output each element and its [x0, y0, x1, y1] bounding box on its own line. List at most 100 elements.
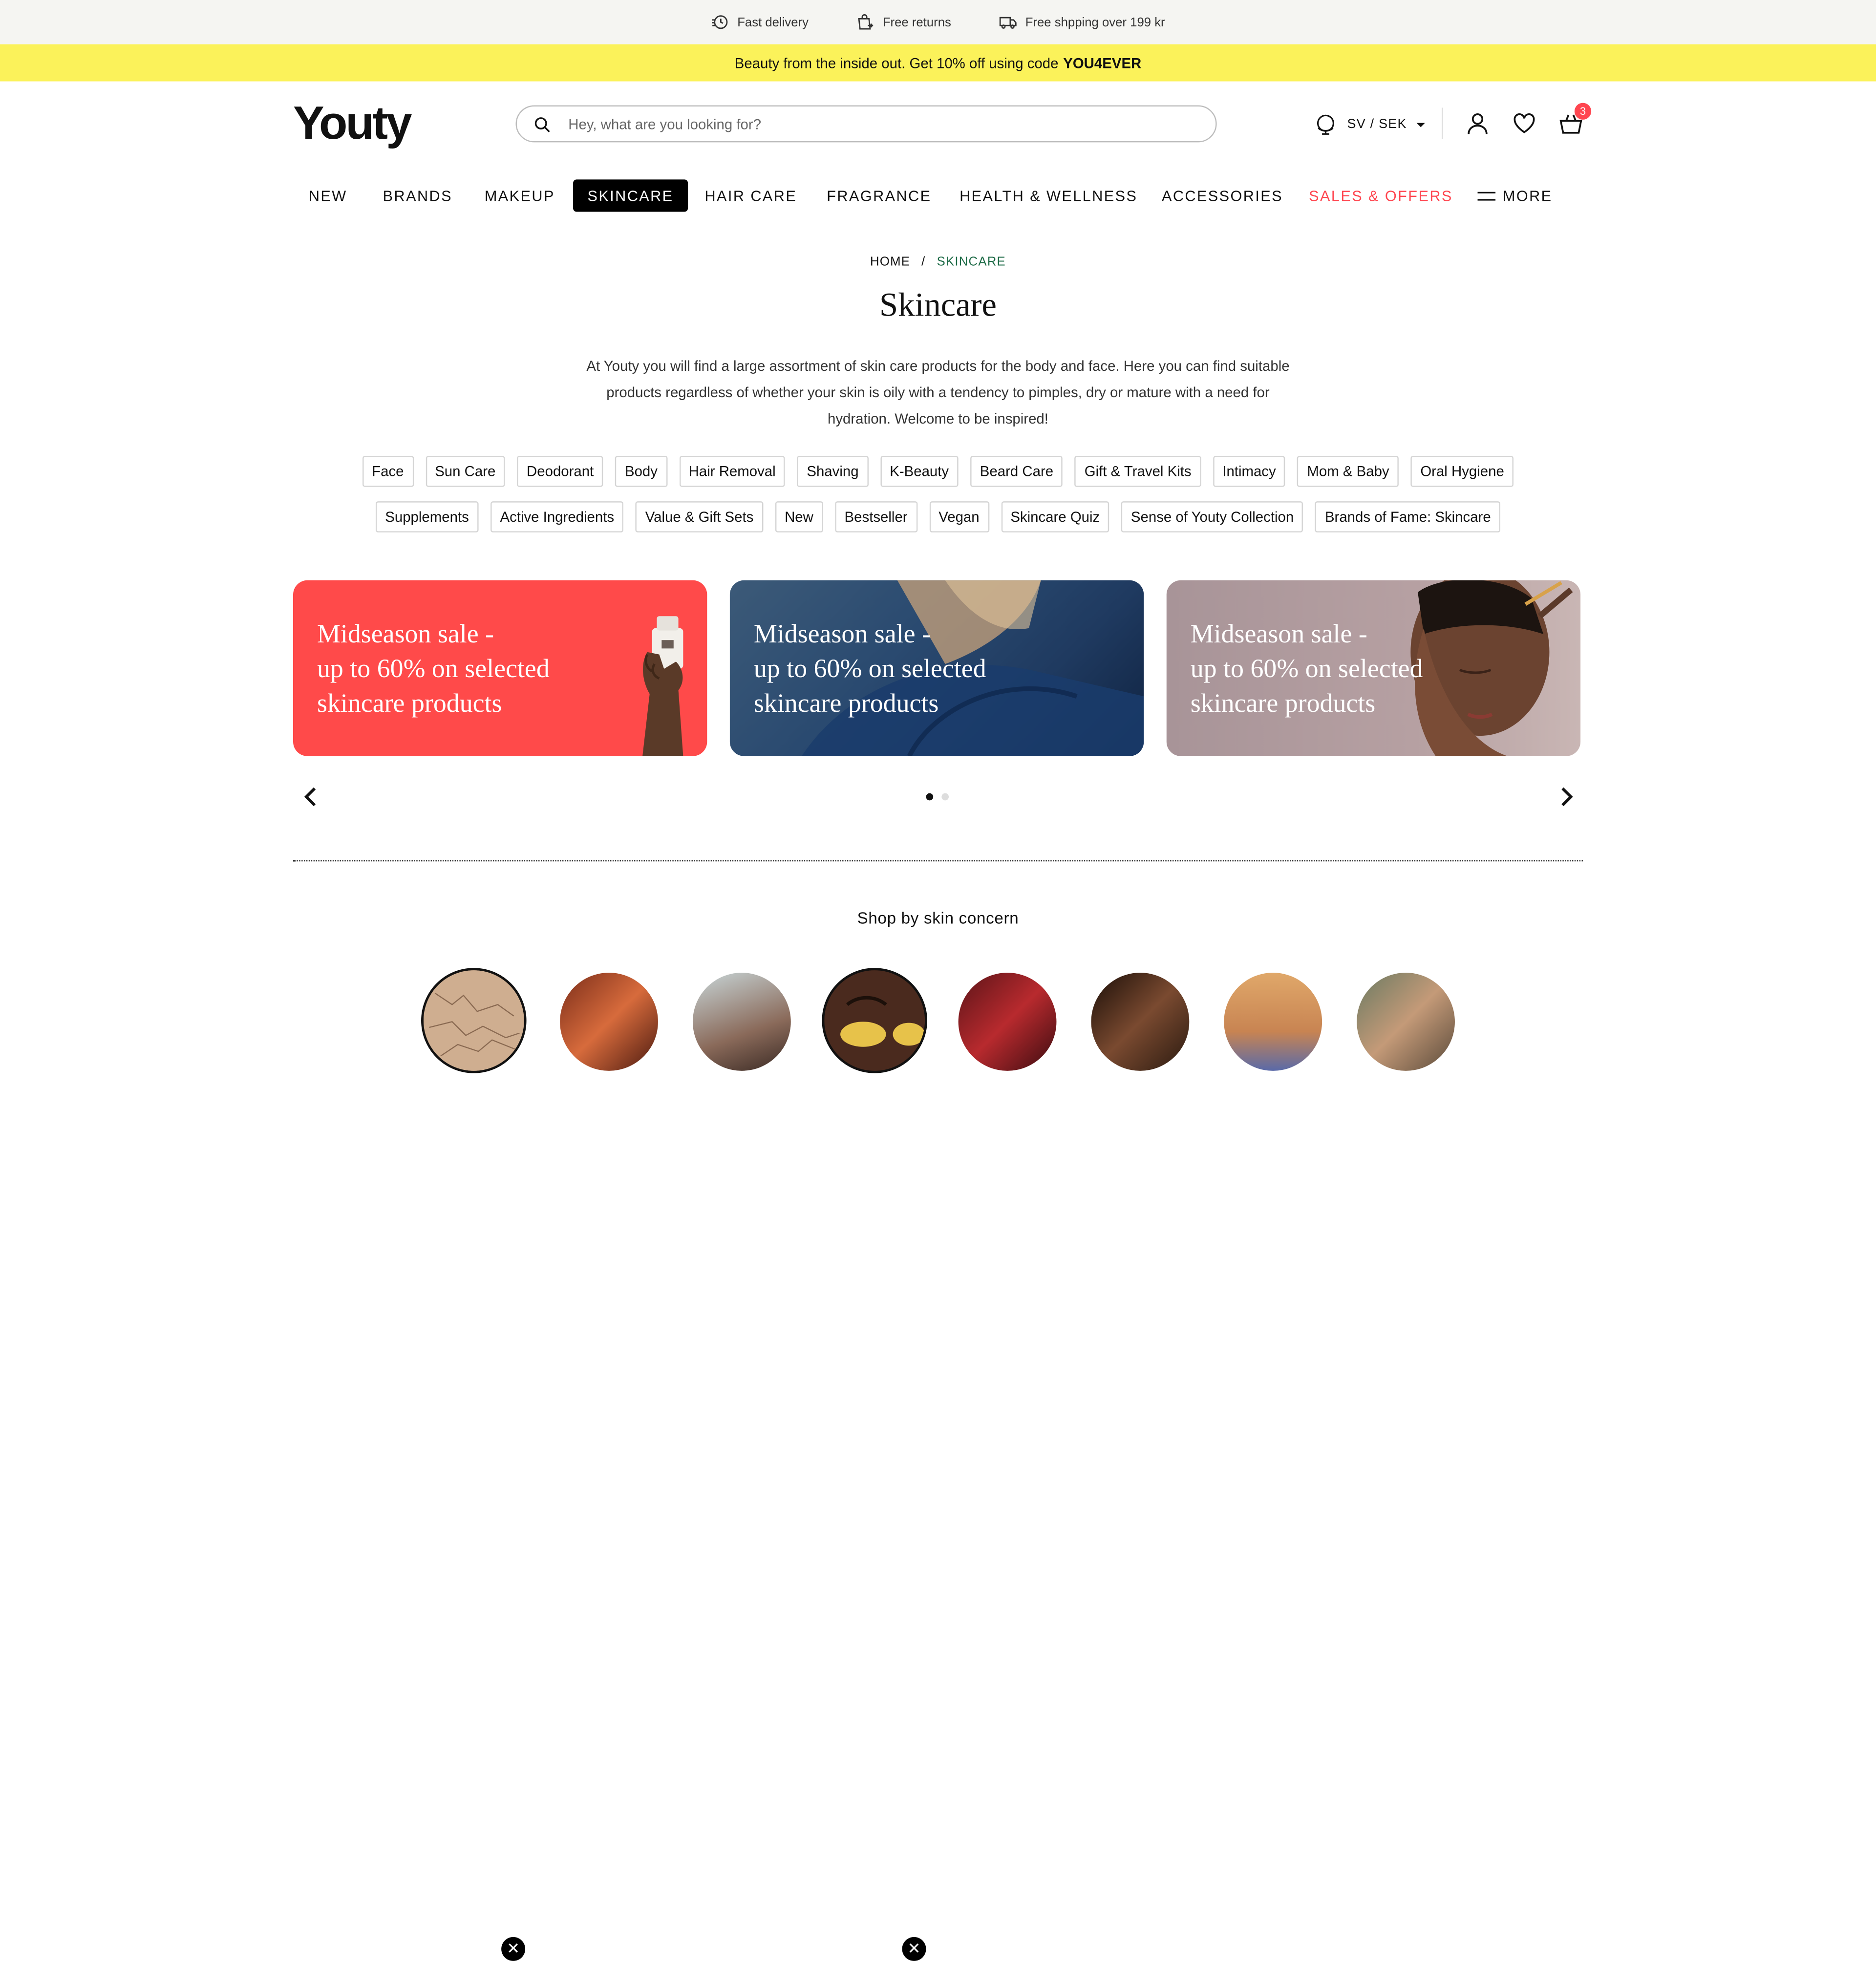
- concern-redness[interactable]: [958, 973, 1057, 1071]
- chip-active-ingredients[interactable]: Active Ingredients: [490, 501, 624, 533]
- chip-supplements[interactable]: Supplements: [375, 501, 479, 533]
- breadcrumb-separator: /: [921, 255, 926, 270]
- banner-text: Midseason sale - up to 60% on selected s…: [1191, 616, 1502, 720]
- chip-value-gift-sets[interactable]: Value & Gift Sets: [636, 501, 763, 533]
- nav-item-new[interactable]: NEW: [294, 179, 362, 212]
- promo-bar[interactable]: Beauty from the inside out. Get 10% off …: [0, 44, 1876, 82]
- nav-item-makeup[interactable]: MAKEUP: [470, 179, 569, 212]
- deselect-dry-skin-close-icon[interactable]: ✕: [501, 1937, 526, 1961]
- concern-eye-area[interactable]: [822, 968, 927, 1073]
- nav-more-label: MORE: [1502, 187, 1553, 204]
- nav-item-accessories[interactable]: ACCESSORIES: [1148, 179, 1298, 212]
- caret-down-icon: [1416, 122, 1425, 127]
- youty-logo[interactable]: Youty: [293, 98, 412, 151]
- chip-mom-baby[interactable]: Mom & Baby: [1297, 456, 1399, 487]
- breadcrumb-home[interactable]: HOME: [870, 255, 910, 269]
- chip-beard-care[interactable]: Beard Care: [970, 456, 1063, 487]
- search-input[interactable]: [566, 114, 1169, 134]
- nav-item-brands[interactable]: BRANDS: [368, 179, 467, 212]
- locale-selector[interactable]: SV / SEK: [1314, 112, 1425, 136]
- banner-line-3: skincare products: [1190, 688, 1376, 718]
- chip-oral-hygiene[interactable]: Oral Hygiene: [1410, 456, 1514, 487]
- bag-return-icon: [858, 14, 874, 30]
- deselect-eye-area-close-icon[interactable]: ✕: [902, 1937, 926, 1961]
- chip-vegan[interactable]: Vegan: [929, 501, 989, 533]
- banner-line-2: up to 60% on selected: [753, 653, 986, 683]
- banner-line-1: Midseason sale -: [753, 618, 931, 649]
- nav-item-more[interactable]: MORE: [1463, 179, 1567, 212]
- skin-concern-list: ✕ ✕: [0, 968, 1876, 1961]
- cart-count-badge: 3: [1574, 103, 1592, 120]
- concern-mature-skin[interactable]: [1357, 973, 1455, 1071]
- cart-button[interactable]: 3: [1558, 103, 1592, 136]
- utility-item-free-returns: Free returns: [856, 13, 951, 31]
- search-bar[interactable]: [515, 105, 1217, 143]
- banner-line-3: skincare products: [753, 688, 939, 718]
- concern-dark-skin-hands[interactable]: [1091, 973, 1190, 1071]
- under-eye-patch-image: [824, 970, 925, 1071]
- banner-line-2: up to 60% on selected: [317, 653, 550, 683]
- user-icon: [1468, 113, 1488, 134]
- carousel-dots: [926, 793, 949, 801]
- promo-banner-carousel: Midseason sale - up to 60% on selected s…: [293, 580, 1581, 756]
- nav-item-fragrance[interactable]: FRAGRANCE: [812, 179, 946, 212]
- page-description: At Youty you will find a large assortmen…: [586, 358, 1290, 427]
- promo-banner-3[interactable]: Midseason sale - up to 60% on selected s…: [1166, 580, 1581, 756]
- banner-text: Midseason sale - up to 60% on selected s…: [317, 616, 628, 720]
- banner-text: Midseason sale - up to 60% on selected s…: [754, 616, 1065, 720]
- truck-icon: [999, 17, 1017, 29]
- promo-code: YOU4EVER: [1063, 54, 1142, 71]
- chip-brands-of-fame[interactable]: Brands of Fame: Skincare: [1315, 501, 1501, 533]
- locale-label: SV / SEK: [1347, 117, 1407, 132]
- banner-line-1: Midseason sale -: [1190, 618, 1367, 649]
- utility-bar: Fast delivery Free returns Free shpping …: [0, 0, 1876, 44]
- page-title: Skincare: [879, 287, 997, 324]
- utility-label: Free shpping over 199 kr: [1025, 15, 1165, 30]
- carousel-dot-2[interactable]: [941, 793, 949, 801]
- carousel-next-arrow-icon[interactable]: [1556, 786, 1577, 808]
- header-divider: [1442, 107, 1443, 139]
- account-button[interactable]: [1465, 110, 1491, 136]
- nav-item-hair-care[interactable]: HAIR CARE: [690, 179, 811, 212]
- chip-shaving[interactable]: Shaving: [797, 456, 869, 487]
- chip-sun-care[interactable]: Sun Care: [425, 456, 505, 487]
- globe-icon: [1317, 114, 1334, 135]
- cracked-skin-image: [423, 970, 524, 1071]
- carousel-prev-arrow-icon[interactable]: [300, 786, 322, 808]
- chip-sense-of-youty[interactable]: Sense of Youty Collection: [1121, 501, 1303, 533]
- promo-text: Beauty from the inside out. Get 10% off …: [734, 54, 1059, 71]
- chip-deodorant[interactable]: Deodorant: [517, 456, 603, 487]
- nav-item-skincare[interactable]: SKINCARE: [573, 179, 688, 212]
- chip-body[interactable]: Body: [615, 456, 667, 487]
- chip-new[interactable]: New: [775, 501, 823, 533]
- utility-item-fast-delivery: Fast delivery: [711, 13, 809, 31]
- chip-bestseller[interactable]: Bestseller: [834, 501, 917, 533]
- concern-texture[interactable]: [560, 973, 658, 1071]
- utility-label: Fast delivery: [737, 15, 809, 30]
- nav-item-health-wellness[interactable]: HEALTH & WELLNESS: [945, 179, 1152, 212]
- skin-concern-heading: Shop by skin concern: [857, 909, 1019, 927]
- banner-line-2: up to 60% on selected: [1190, 653, 1423, 683]
- chip-skincare-quiz[interactable]: Skincare Quiz: [1001, 501, 1109, 533]
- chip-intimacy[interactable]: Intimacy: [1213, 456, 1286, 487]
- banner-line-3: skincare products: [317, 688, 502, 718]
- search-icon[interactable]: [533, 115, 550, 132]
- chip-hair-removal[interactable]: Hair Removal: [679, 456, 786, 487]
- nav-item-sales-offers[interactable]: SALES & OFFERS: [1295, 179, 1467, 212]
- carousel-dot-1[interactable]: [926, 793, 934, 801]
- site-header: Youty SV / SEK 3: [0, 82, 1876, 171]
- concern-dry-skin[interactable]: [421, 968, 527, 1073]
- concern-blemish[interactable]: [692, 973, 791, 1071]
- chip-face[interactable]: Face: [362, 456, 414, 487]
- heart-icon: [1514, 113, 1535, 133]
- category-chips-row-1: Face Sun Care Deodorant Body Hair Remova…: [0, 456, 1876, 487]
- wishlist-button[interactable]: [1511, 110, 1537, 136]
- hamburger-icon: [1477, 191, 1496, 200]
- section-divider: [293, 860, 1583, 862]
- promo-banner-1[interactable]: Midseason sale - up to 60% on selected s…: [293, 580, 707, 756]
- concern-oil-serum[interactable]: [1224, 973, 1322, 1071]
- breadcrumb-current: SKINCARE: [937, 255, 1006, 270]
- chip-k-beauty[interactable]: K-Beauty: [880, 456, 959, 487]
- promo-banner-2[interactable]: Midseason sale - up to 60% on selected s…: [729, 580, 1144, 756]
- chip-gift-travel-kits[interactable]: Gift & Travel Kits: [1075, 456, 1201, 487]
